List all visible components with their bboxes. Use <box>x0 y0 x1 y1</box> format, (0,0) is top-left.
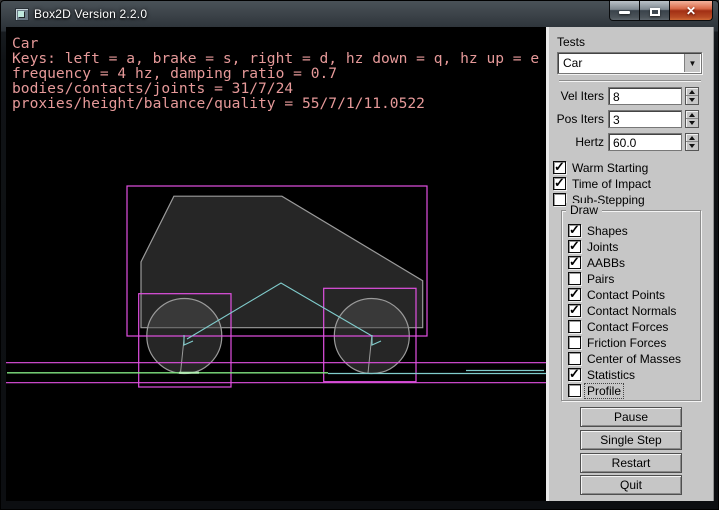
checkbox-label: Profile <box>585 384 623 398</box>
draw-group-legend: Draw <box>566 203 602 217</box>
arrow-up-icon <box>689 90 695 94</box>
checkbox-box: ✓ <box>568 320 581 333</box>
tests-dropdown-button[interactable]: ▼ <box>684 54 700 72</box>
check-icon: ✓ <box>554 175 565 191</box>
check-icon: ✓ <box>569 286 580 302</box>
maximize-button[interactable] <box>639 1 669 21</box>
arrow-down-icon <box>689 98 695 102</box>
check-icon: ✓ <box>569 222 580 238</box>
app-window: Box2D Version 2.2.0 ✕ CarKeys: left = a,… <box>0 0 719 510</box>
physics-scene <box>6 27 546 501</box>
checkbox-box: ✓ <box>568 304 581 317</box>
checkbox-box: ✓ <box>553 177 566 190</box>
checkbox-label: Contact Points <box>587 288 665 302</box>
checkbox-label: Center of Masses <box>587 352 681 366</box>
arrow-up-icon <box>689 113 695 117</box>
pos-iters-label: Pos Iters <box>546 112 604 126</box>
checkbox-label: Pairs <box>587 272 614 286</box>
separator <box>559 80 701 82</box>
check-icon: ✓ <box>569 254 580 270</box>
single-step-button[interactable]: Single Step <box>580 430 682 450</box>
checkbox-box: ✓ <box>568 384 581 397</box>
checkbox-label: Warm Starting <box>572 161 648 175</box>
control-panel: Tests Car ▼ Vel Iters 8 Pos Iters 3 Hert… <box>546 27 714 501</box>
checkbox-label: Contact Normals <box>587 304 676 318</box>
hertz-label: Hertz <box>546 135 604 149</box>
pos-iters-row: Pos Iters 3 <box>546 110 714 128</box>
vel-iters-up-button[interactable] <box>686 88 698 96</box>
arrow-up-icon <box>689 136 695 140</box>
tests-dropdown-value: Car <box>563 56 582 70</box>
pos-iters-input[interactable]: 3 <box>608 110 682 128</box>
hertz-up-button[interactable] <box>686 134 698 142</box>
checkbox-box: ✓ <box>568 272 581 285</box>
arrow-down-icon <box>689 144 695 148</box>
checkbox-box: ✓ <box>568 288 581 301</box>
pause-button[interactable]: Pause <box>580 407 682 427</box>
check-icon: ✓ <box>554 159 565 175</box>
vel-iters-row: Vel Iters 8 <box>546 87 714 105</box>
tests-dropdown[interactable]: Car ▼ <box>557 52 702 74</box>
checkbox-label: Friction Forces <box>587 336 666 350</box>
chevron-down-icon: ▼ <box>689 59 697 68</box>
check-icon: ✓ <box>569 302 580 318</box>
close-icon: ✕ <box>686 4 696 18</box>
vel-iters-stepper <box>685 87 699 105</box>
titlebar[interactable]: Box2D Version 2.2.0 ✕ <box>1 1 718 27</box>
hertz-input[interactable]: 60.0 <box>608 133 682 151</box>
pos-iters-up-button[interactable] <box>686 111 698 119</box>
caption-buttons: ✕ <box>609 1 713 21</box>
hertz-stepper <box>685 133 699 151</box>
checkbox-box: ✓ <box>553 193 566 206</box>
pos-iters-down-button[interactable] <box>686 119 698 127</box>
checkbox-label: Time of Impact <box>572 177 651 191</box>
checkbox-label: Statistics <box>587 368 635 382</box>
checkbox-box: ✓ <box>568 336 581 349</box>
vel-iters-label: Vel Iters <box>546 89 604 103</box>
checkbox-label: Shapes <box>587 224 628 238</box>
check-icon: ✓ <box>569 366 580 382</box>
checkbox-box: ✓ <box>568 256 581 269</box>
hertz-row: Hertz 60.0 <box>546 133 714 151</box>
checkbox-box: ✓ <box>568 352 581 365</box>
checkbox-label: AABBs <box>587 256 625 270</box>
check-icon: ✓ <box>569 238 580 254</box>
checkbox-box: ✓ <box>568 224 581 237</box>
checkbox-label: Joints <box>587 240 618 254</box>
minimize-button[interactable] <box>609 1 639 21</box>
restart-button[interactable]: Restart <box>580 453 682 473</box>
pos-iters-stepper <box>685 110 699 128</box>
simulation-canvas[interactable]: CarKeys: left = a, brake = s, right = d,… <box>6 27 546 501</box>
close-button[interactable]: ✕ <box>669 1 713 21</box>
window-title: Box2D Version 2.2.0 <box>34 7 147 21</box>
vel-iters-down-button[interactable] <box>686 96 698 104</box>
draw-group: Draw ✓ Shapes ✓ Joints ✓ AABBs ✓ Pairs ✓… <box>561 210 701 401</box>
quit-button[interactable]: Quit <box>580 475 682 495</box>
hertz-down-button[interactable] <box>686 142 698 150</box>
minimize-icon <box>619 11 630 14</box>
maximize-icon <box>650 8 660 16</box>
checkbox-label: Contact Forces <box>587 320 668 334</box>
checkbox-box: ✓ <box>568 240 581 253</box>
arrow-down-icon <box>689 121 695 125</box>
checkbox-box: ✓ <box>568 368 581 381</box>
checkbox-box: ✓ <box>553 161 566 174</box>
tests-label: Tests <box>557 35 585 49</box>
app-icon <box>15 8 29 21</box>
vel-iters-input[interactable]: 8 <box>608 87 682 105</box>
